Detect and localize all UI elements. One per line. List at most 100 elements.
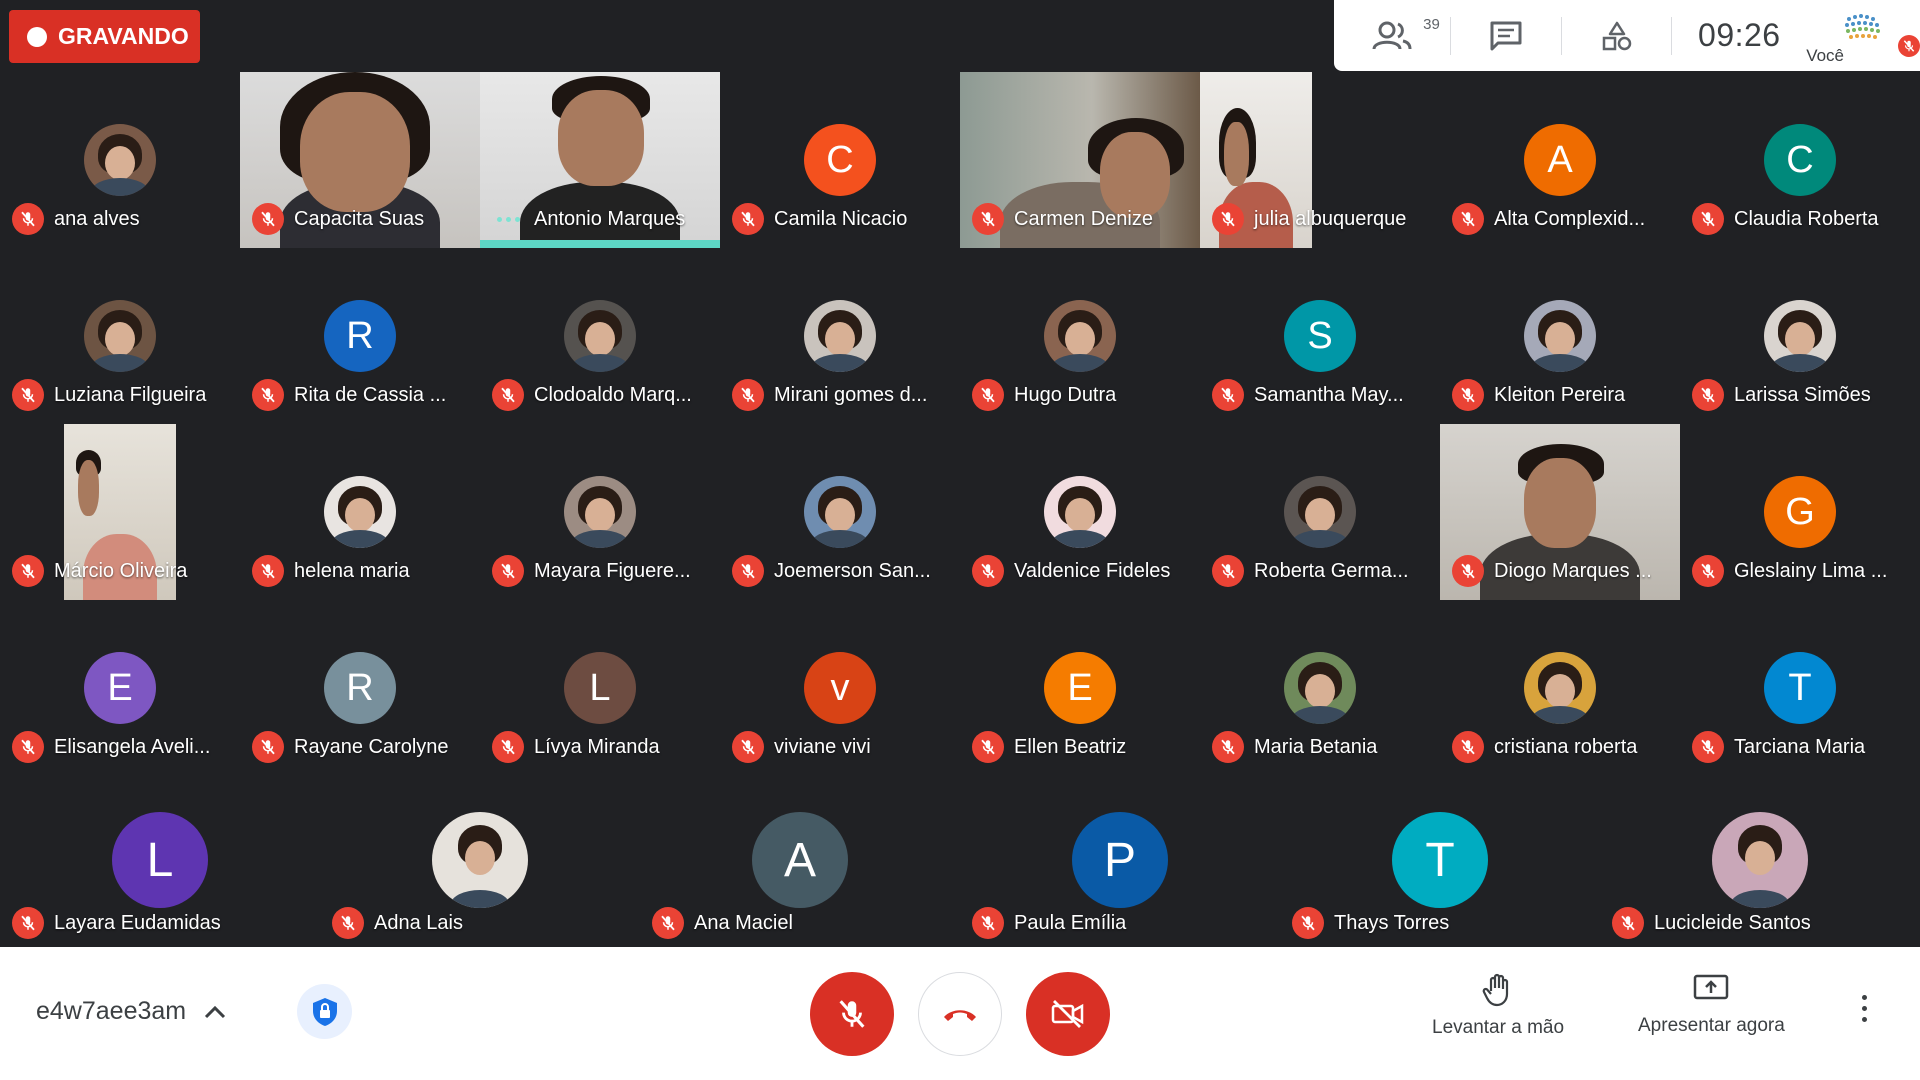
participant-tile[interactable]: R Rita de Cassia ... [240, 248, 480, 424]
participant-name: Maria Betania [1254, 735, 1378, 758]
participant-tile[interactable]: Mirani gomes d... [720, 248, 960, 424]
self-view[interactable]: Você [1806, 0, 1920, 71]
participant-nameplate: Mayara Figuere... [492, 555, 691, 587]
participant-tile[interactable]: Roberta Germa... [1200, 424, 1440, 600]
participant-tile[interactable]: Márcio Oliveira [0, 424, 240, 600]
participant-nameplate: Tarciana Maria [1692, 731, 1865, 763]
participant-nameplate: Thays Torres [1292, 907, 1449, 939]
present-now-button[interactable]: Apresentar agora [1638, 973, 1785, 1037]
participant-name: Hugo Dutra [1014, 383, 1117, 406]
mic-off-icon [12, 555, 44, 587]
participant-tile[interactable]: Hugo Dutra [960, 248, 1200, 424]
participant-tile[interactable]: cristiana roberta [1440, 600, 1680, 776]
self-avatar-icon [1845, 13, 1881, 39]
participant-tile[interactable]: E Ellen Beatriz [960, 600, 1200, 776]
participant-nameplate: Capacita Suas [252, 203, 424, 235]
lock-shield-icon [312, 997, 337, 1026]
mic-toggle-button[interactable] [810, 972, 894, 1056]
participant-name: julia albuquerque [1254, 207, 1407, 230]
participant-tile[interactable]: Carmen Denize [960, 72, 1200, 248]
present-now-label: Apresentar agora [1638, 1015, 1785, 1036]
participant-tile[interactable]: R Rayane Carolyne [240, 600, 480, 776]
participant-tile[interactable]: Clodoaldo Marq... [480, 248, 720, 424]
participant-photo-avatar [1524, 652, 1596, 724]
participant-tile[interactable]: Adna Lais [320, 776, 640, 952]
participant-tile[interactable]: Luziana Filgueira [0, 248, 240, 424]
participant-nameplate: Ellen Beatriz [972, 731, 1126, 763]
mic-off-icon [972, 379, 1004, 411]
participant-tile[interactable]: L Lívya Miranda [480, 600, 720, 776]
participant-tile[interactable]: C Claudia Roberta [1680, 72, 1920, 248]
participant-tile[interactable]: A Alta Complexid... [1440, 72, 1680, 248]
participant-tile[interactable]: T Thays Torres [1280, 776, 1600, 952]
participant-name: Márcio Oliveira [54, 559, 188, 582]
participant-photo-avatar [804, 300, 876, 372]
people-count: 39 [1423, 16, 1440, 33]
raise-hand-button[interactable]: Levantar a mão [1432, 973, 1564, 1039]
participant-name: Larissa Simões [1734, 383, 1871, 406]
participant-photo-avatar [324, 476, 396, 548]
participant-photo-avatar [804, 476, 876, 548]
participant-tile[interactable]: G Gleslainy Lima ... [1680, 424, 1920, 600]
mic-off-icon [252, 379, 284, 411]
participant-photo-avatar [84, 124, 156, 196]
participant-tile[interactable]: Lucicleide Santos [1600, 776, 1920, 952]
participant-tile[interactable]: T Tarciana Maria [1680, 600, 1920, 776]
participant-photo-avatar [1524, 300, 1596, 372]
participant-nameplate: viviane vivi [732, 731, 871, 763]
participant-name: Lívya Miranda [534, 735, 660, 758]
participant-nameplate: Diogo Marques ... [1452, 555, 1652, 587]
mic-off-icon [332, 907, 364, 939]
participant-tile[interactable]: E Elisangela Aveli... [0, 600, 240, 776]
participant-name: Roberta Germa... [1254, 559, 1409, 582]
participant-tile[interactable]: Joemerson San... [720, 424, 960, 600]
participant-tile[interactable]: S Samantha May... [1200, 248, 1440, 424]
participant-tile[interactable]: helena maria [240, 424, 480, 600]
people-button[interactable]: 39 [1334, 0, 1450, 71]
participant-tile[interactable]: Capacita Suas [240, 72, 480, 248]
activities-button[interactable] [1562, 0, 1672, 71]
participant-tile[interactable]: Valdenice Fideles [960, 424, 1200, 600]
mic-off-icon [252, 555, 284, 587]
participant-tile[interactable]: Antonio Marques [480, 72, 720, 248]
participant-name: Clodoaldo Marq... [534, 383, 692, 406]
host-controls-button[interactable] [297, 984, 352, 1039]
participant-tile[interactable]: ana alves [0, 72, 240, 248]
participant-letter-avatar: E [84, 652, 156, 724]
participant-tile[interactable]: Diogo Marques ... [1440, 424, 1680, 600]
meeting-details-button[interactable]: e4w7aee3am [36, 997, 226, 1026]
mic-off-icon [1692, 379, 1724, 411]
participant-tile[interactable]: v viviane vivi [720, 600, 960, 776]
participant-nameplate: Adna Lais [332, 907, 463, 939]
chat-button[interactable] [1451, 0, 1561, 71]
participant-tile[interactable]: Kleiton Pereira [1440, 248, 1680, 424]
participant-nameplate: Roberta Germa... [1212, 555, 1409, 587]
participant-name: Kleiton Pereira [1494, 383, 1626, 406]
participant-tile[interactable]: julia albuquerque [1200, 72, 1440, 248]
participant-tile[interactable]: A Ana Maciel [640, 776, 960, 952]
participant-name: Samantha May... [1254, 383, 1404, 406]
camera-toggle-button[interactable] [1026, 972, 1110, 1056]
participant-tile[interactable]: C Camila Nicacio [720, 72, 960, 248]
chat-icon [1490, 21, 1522, 50]
participant-name: cristiana roberta [1494, 735, 1638, 758]
participant-letter-avatar: P [1072, 812, 1168, 908]
participant-nameplate: julia albuquerque [1212, 203, 1406, 235]
participant-tile[interactable]: Maria Betania [1200, 600, 1440, 776]
participant-tile[interactable]: Larissa Simões [1680, 248, 1920, 424]
participant-name: Camila Nicacio [774, 207, 908, 230]
participant-nameplate: helena maria [252, 555, 410, 587]
more-options-button[interactable] [1862, 992, 1867, 1025]
participant-nameplate: Carmen Denize [972, 203, 1153, 235]
leave-call-button[interactable] [918, 972, 1002, 1056]
participant-name: Ana Maciel [694, 911, 793, 934]
mic-off-icon [252, 731, 284, 763]
participant-photo-avatar [1764, 300, 1836, 372]
participant-tile[interactable]: P Paula Emília [960, 776, 1280, 952]
participant-photo-avatar [1044, 300, 1116, 372]
participant-tile[interactable]: L Layara Eudamidas [0, 776, 320, 952]
participant-photo-avatar [564, 476, 636, 548]
participant-nameplate: Ana Maciel [652, 907, 793, 939]
participant-letter-avatar: C [1764, 124, 1836, 196]
participant-tile[interactable]: Mayara Figuere... [480, 424, 720, 600]
